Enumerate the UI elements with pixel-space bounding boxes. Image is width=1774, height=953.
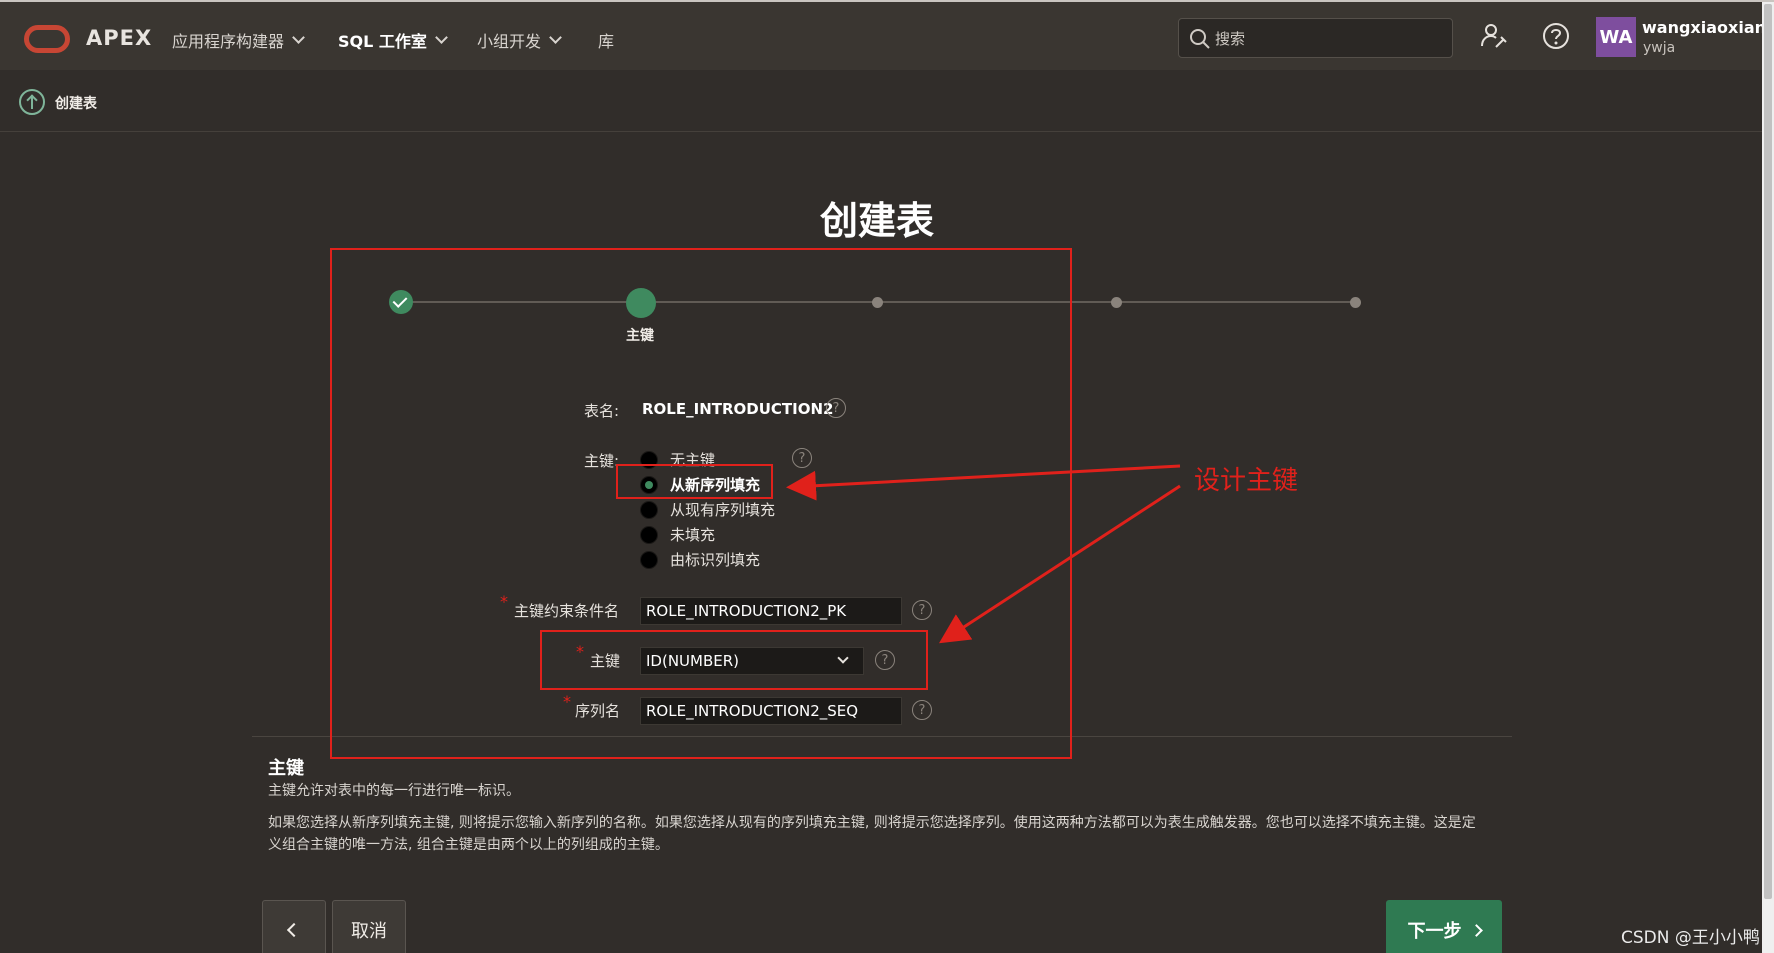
annotation-arrow-to-radio	[786, 464, 1181, 501]
annotation-arrow-to-pk-select	[938, 484, 1181, 644]
annotation-label: 设计主键	[1194, 466, 1299, 496]
annotation-arrows	[786, 464, 1181, 644]
watermark-text: CSDN @王小小鸭	[1621, 928, 1760, 948]
